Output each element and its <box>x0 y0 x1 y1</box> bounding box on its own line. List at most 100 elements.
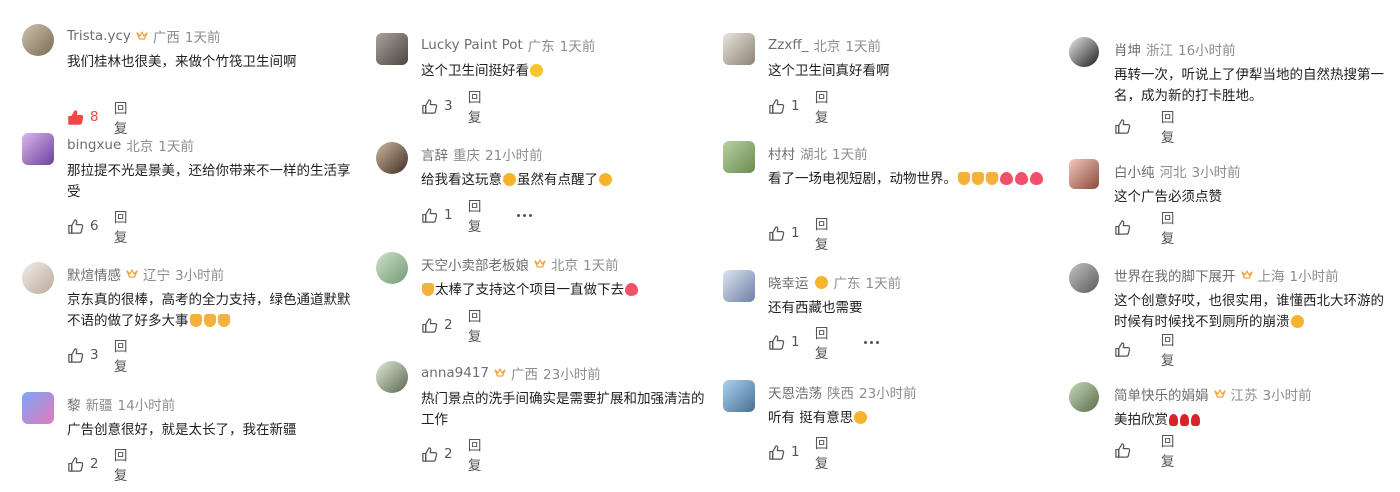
timestamp: 1天前 <box>583 258 619 274</box>
username[interactable]: 黎 <box>67 394 81 414</box>
avatar[interactable] <box>22 133 54 165</box>
comment-actions: 8 回复 <box>67 97 137 137</box>
more-options-icon[interactable] <box>863 340 879 344</box>
avatar[interactable] <box>723 141 755 173</box>
username[interactable]: 言辞 <box>421 144 448 164</box>
like-button[interactable] <box>1114 442 1161 459</box>
comment-body: 这个卫生间挺好看 <box>421 63 529 79</box>
avatar[interactable] <box>1069 37 1099 67</box>
reply-button[interactable]: 回复 <box>815 432 838 472</box>
like-button[interactable]: 3 <box>421 98 468 115</box>
like-button[interactable]: 1 <box>421 207 468 224</box>
comment-meta: Lucky Paint Pot 广东 1天前 <box>421 35 595 55</box>
thumb-up-icon <box>769 225 785 241</box>
username[interactable]: 世界在我的脚下展开 <box>1114 265 1236 285</box>
avatar[interactable] <box>723 270 755 302</box>
avatar[interactable] <box>1069 263 1099 293</box>
heart-emoji-icon <box>1000 172 1013 185</box>
avatar[interactable] <box>376 142 408 174</box>
comment-body: 广告创意很好，就是太长了，我在新疆 <box>67 422 297 438</box>
username[interactable]: 晓幸运 <box>768 272 809 292</box>
like-button[interactable]: 1 <box>768 98 815 115</box>
username[interactable]: Zzxff_ <box>768 37 808 53</box>
laugh-emoji-icon <box>599 173 612 186</box>
reply-button[interactable]: 回复 <box>468 305 491 345</box>
reply-button[interactable]: 回复 <box>468 434 491 474</box>
avatar[interactable] <box>1069 159 1099 189</box>
reply-button[interactable]: 回复 <box>114 97 137 137</box>
comment-body: 那拉提不光是景美，还给你带来不一样的生活享受 <box>67 163 351 200</box>
avatar[interactable] <box>376 361 408 393</box>
like-button[interactable]: 1 <box>768 444 815 461</box>
comment-actions: 2 回复 <box>421 305 491 345</box>
like-button[interactable]: 1 <box>768 334 815 351</box>
reply-button[interactable]: 回复 <box>1161 106 1184 146</box>
like-count: 6 <box>90 218 99 234</box>
rose-emoji-icon <box>1191 414 1200 426</box>
reply-button[interactable]: 回复 <box>815 322 838 362</box>
like-button[interactable] <box>1114 118 1161 135</box>
avatar[interactable] <box>1069 382 1099 412</box>
username[interactable]: 天恩浩荡 <box>768 382 822 402</box>
comment-body: 这个广告必须点赞 <box>1114 189 1222 205</box>
username[interactable]: 村村 <box>768 143 795 163</box>
username[interactable]: 白小纯 <box>1114 161 1155 181</box>
reply-button[interactable]: 回复 <box>468 195 491 235</box>
reply-button[interactable]: 回复 <box>114 335 137 375</box>
like-button[interactable]: 8 <box>67 109 114 126</box>
comment-meta: 晓幸运 广东 1天前 <box>768 272 901 292</box>
like-button[interactable]: 2 <box>421 446 468 463</box>
comment-text: 听有 挺有意思 <box>768 408 1058 429</box>
laugh-emoji-icon <box>503 173 516 186</box>
region-label: 广西 <box>511 367 539 383</box>
reply-button[interactable]: 回复 <box>114 444 137 484</box>
thumbs-emoji-icon <box>986 172 998 185</box>
like-button[interactable] <box>1114 341 1161 358</box>
like-button[interactable] <box>1114 219 1161 236</box>
comment-actions: 1 回复 <box>768 86 838 126</box>
comment-body: 看了一场电视短剧，动物世界。 <box>768 171 957 187</box>
reply-button[interactable]: 回复 <box>114 206 137 246</box>
username[interactable]: anna9417 <box>421 365 489 381</box>
timestamp: 23小时前 <box>543 367 601 383</box>
more-options-icon[interactable] <box>516 213 532 217</box>
avatar[interactable] <box>723 380 755 412</box>
username[interactable]: 简单快乐的娟娟 <box>1114 384 1209 404</box>
rose-emoji-icon <box>1180 414 1189 426</box>
avatar[interactable] <box>22 262 54 294</box>
reply-button[interactable]: 回复 <box>1161 207 1184 247</box>
reply-button[interactable]: 回复 <box>1161 430 1184 470</box>
like-button[interactable]: 3 <box>67 347 114 364</box>
region-label: 北京 <box>813 39 841 55</box>
timestamp: 1天前 <box>559 39 596 55</box>
reply-button[interactable]: 回复 <box>815 86 838 126</box>
like-button[interactable]: 2 <box>421 317 468 334</box>
username[interactable]: bingxue <box>67 137 121 153</box>
thumbs-emoji-icon <box>217 314 230 327</box>
like-count: 8 <box>90 109 99 125</box>
thumb-up-icon <box>68 109 84 125</box>
like-button[interactable]: 6 <box>67 218 114 235</box>
username[interactable]: 默煊情感 <box>67 264 121 284</box>
username[interactable]: 天空小卖部老板娘 <box>421 254 529 274</box>
avatar[interactable] <box>22 392 54 424</box>
username[interactable]: Trista.ycy <box>67 28 131 44</box>
comment-text: 再转一次，听说上了伊犁当地的自然热搜第一名，成为新的打卡胜地。 <box>1114 65 1384 107</box>
comment-text: 美拍欣赏 <box>1114 410 1384 431</box>
avatar[interactable] <box>376 252 408 284</box>
like-button[interactable]: 1 <box>768 225 815 242</box>
avatar[interactable] <box>376 33 408 65</box>
username[interactable]: Lucky Paint Pot <box>421 37 523 53</box>
thumbs-emoji-icon <box>422 283 434 296</box>
like-button[interactable]: 2 <box>67 456 114 473</box>
avatar[interactable] <box>723 33 755 65</box>
reply-button[interactable]: 回复 <box>468 86 491 126</box>
reply-button[interactable]: 回复 <box>1161 329 1184 369</box>
comment-meta: bingxue 北京 1天前 <box>67 135 194 155</box>
crown-icon <box>1240 270 1253 279</box>
username[interactable]: 肖坤 <box>1114 39 1141 59</box>
laugh-emoji-icon <box>814 275 828 289</box>
reply-button[interactable]: 回复 <box>815 213 838 253</box>
timestamp: 1天前 <box>845 39 881 55</box>
avatar[interactable] <box>22 24 54 56</box>
